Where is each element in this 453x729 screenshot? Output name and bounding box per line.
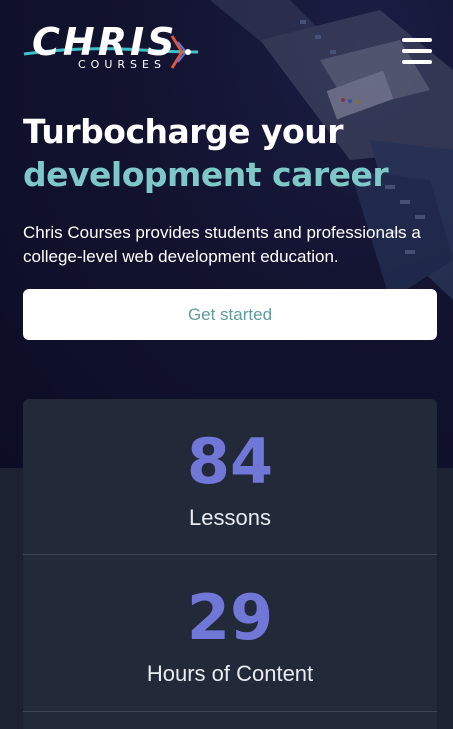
hero-description: Chris Courses provides students and prof… (23, 223, 421, 266)
stat-label: Hours of Content (146, 661, 314, 686)
stat-label: Lessons (189, 505, 271, 530)
site-header: CHRIS COURSES (0, 0, 453, 100)
get-started-button[interactable]: Get started (23, 289, 437, 340)
hero-title-line2: development career (23, 155, 389, 194)
stat-value: 29 (186, 581, 274, 654)
stat-lessons: 84 Lessons (23, 399, 437, 555)
stat-hours-of-content: 29 Hours of Content (23, 555, 437, 711)
hamburger-menu-icon[interactable] (400, 36, 434, 66)
stat-value: 84 (186, 425, 274, 498)
logo-subtitle: COURSES (78, 58, 166, 71)
hero-title: Turbocharge your development career (23, 110, 433, 196)
chris-courses-logo[interactable]: CHRIS COURSES (22, 20, 202, 78)
stats-card: 84 Lessons 29 Hours of Content (23, 399, 437, 729)
stat-divider (23, 711, 437, 712)
hero-title-line1: Turbocharge your (23, 112, 344, 151)
